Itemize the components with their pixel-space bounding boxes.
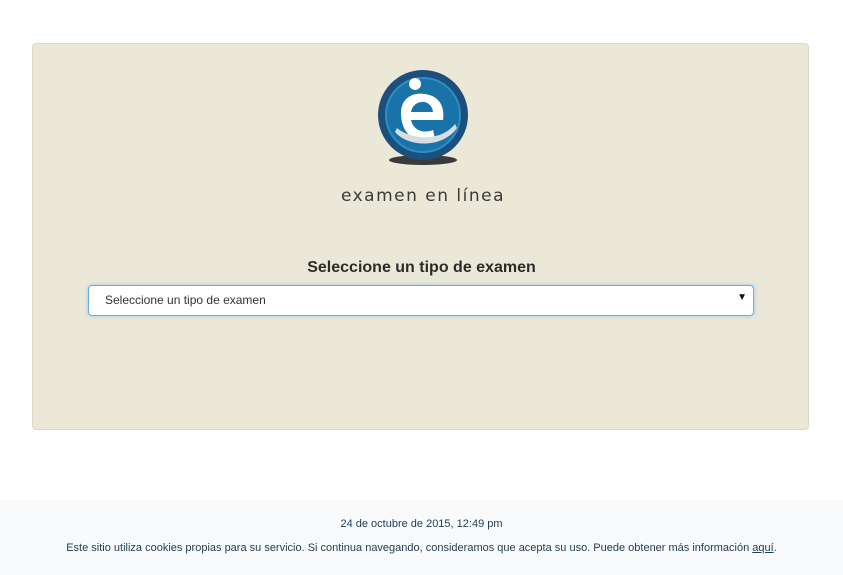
caret-down-icon: ▼ [737,292,747,303]
footer: 24 de octubre de 2015, 12:49 pm Este sit… [0,500,843,575]
select-exam-heading: Seleccione un tipo de examen [307,259,536,276]
cookie-notice-text: Este sitio utiliza cookies propias para … [66,542,753,554]
site-logo[interactable]: examen en línea [331,68,515,206]
exam-panel: examen en línea Seleccione un tipo de ex… [32,43,809,430]
cookie-notice-end: . [773,542,777,554]
footer-date: 24 de octubre de 2015, 12:49 pm [340,518,503,530]
exam-type-select-value: Seleccione un tipo de examen [105,293,266,307]
examen-en-linea-logo-icon [378,70,468,165]
cookie-info-link[interactable]: aquí [752,542,773,554]
logo-text: examen en línea [340,186,506,206]
page: examen en línea Seleccione un tipo de ex… [0,0,843,575]
cookie-notice: Este sitio utiliza cookies propias para … [0,542,843,554]
exam-type-select[interactable]: Seleccione un tipo de examen ▼ [88,285,754,316]
